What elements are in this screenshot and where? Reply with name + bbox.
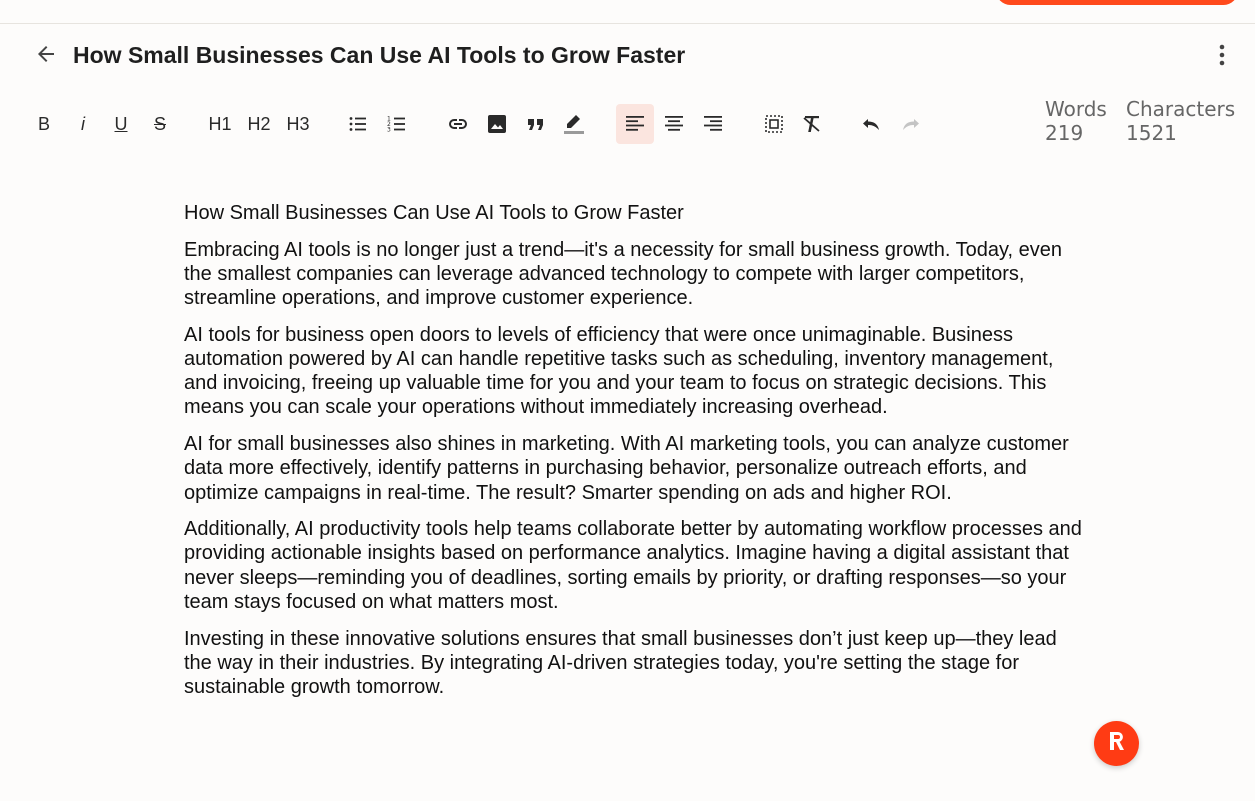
word-count: Words 219 [1045, 97, 1107, 145]
paragraph[interactable]: Embracing AI tools is no longer just a t… [184, 238, 1084, 311]
characters-label: Characters [1126, 97, 1236, 121]
paragraph[interactable]: Additionally, AI productivity tools help… [184, 517, 1084, 614]
underline-label: U [114, 113, 128, 134]
words-value: 219 [1045, 121, 1084, 145]
heading2-label: H2 [247, 113, 271, 134]
bold-label: B [37, 113, 50, 134]
svg-text:3: 3 [387, 127, 391, 134]
character-count: Characters 1521 [1126, 97, 1235, 145]
arrow-left-icon [34, 42, 58, 71]
link-icon [447, 117, 469, 131]
bullet-list-button[interactable] [345, 104, 371, 144]
highlight-icon [563, 112, 585, 136]
heading1-label: H1 [208, 113, 232, 134]
strikethrough-button[interactable]: S [147, 104, 173, 144]
more-vertical-icon [1219, 44, 1225, 71]
editor-content[interactable]: How Small Businesses Can Use AI Tools to… [184, 201, 1084, 712]
formatting-toolbar: B i U S H1 H2 H3 123 [24, 104, 1024, 144]
heading3-button[interactable]: H3 [283, 104, 313, 144]
strikethrough-label: S [153, 113, 166, 134]
quote-icon [527, 117, 545, 131]
align-right-icon [703, 114, 723, 134]
editor-header: How Small Businesses Can Use AI Tools to… [0, 24, 1255, 88]
numbered-list-icon: 123 [387, 114, 407, 134]
clear-format-icon [802, 114, 822, 134]
heading3-label: H3 [286, 113, 310, 134]
characters-value: 1521 [1126, 121, 1177, 145]
clear-formatting-button[interactable] [799, 104, 825, 144]
r-logo-icon [1107, 730, 1127, 757]
paragraph[interactable]: AI for small businesses also shines in m… [184, 432, 1084, 505]
italic-label: i [81, 113, 85, 134]
bold-button[interactable]: B [31, 104, 57, 144]
link-button[interactable] [445, 104, 471, 144]
bullet-list-icon [348, 114, 368, 134]
numbered-list-button[interactable]: 123 [384, 104, 410, 144]
top-strip [0, 0, 1255, 24]
image-button[interactable] [484, 104, 510, 144]
redo-icon [900, 117, 920, 131]
paragraph[interactable]: Investing in these innovative solutions … [184, 627, 1084, 700]
align-center-button[interactable] [661, 104, 687, 144]
paragraph[interactable]: AI tools for business open doors to leve… [184, 323, 1084, 420]
quote-button[interactable] [523, 104, 549, 144]
highlight-button[interactable] [561, 104, 587, 144]
document-heading[interactable]: How Small Businesses Can Use AI Tools to… [184, 201, 1084, 225]
underline-button[interactable]: U [108, 104, 134, 144]
heading2-button[interactable]: H2 [244, 104, 274, 144]
assistant-fab-button[interactable] [1094, 721, 1139, 766]
align-left-icon [625, 114, 645, 134]
undo-icon [862, 117, 882, 131]
page-title: How Small Businesses Can Use AI Tools to… [73, 42, 686, 68]
heading1-button[interactable]: H1 [205, 104, 235, 144]
align-center-icon [664, 114, 684, 134]
redo-button[interactable] [897, 104, 923, 144]
words-label: Words [1045, 97, 1107, 121]
image-icon [488, 115, 506, 133]
select-all-icon [765, 115, 783, 133]
align-right-button[interactable] [700, 104, 726, 144]
more-options-button[interactable] [1208, 43, 1236, 71]
top-cta-button[interactable] [996, 0, 1238, 5]
align-left-button[interactable] [616, 104, 654, 144]
undo-button[interactable] [859, 104, 885, 144]
back-button[interactable] [32, 43, 60, 69]
italic-button[interactable]: i [70, 104, 96, 144]
select-all-button[interactable] [761, 104, 787, 144]
